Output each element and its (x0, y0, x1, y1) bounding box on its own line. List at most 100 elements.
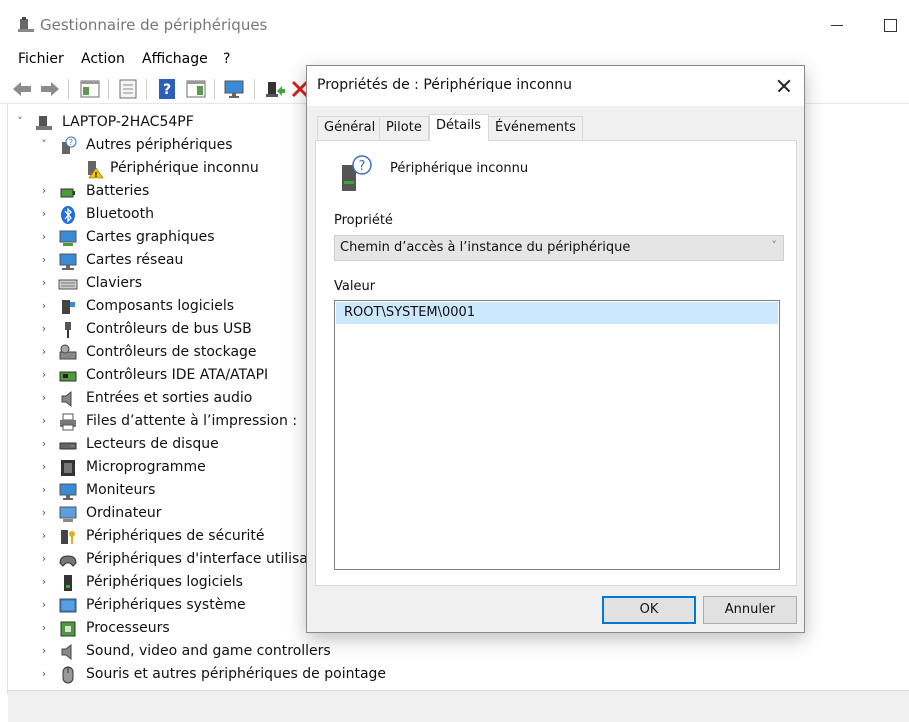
tree-item-label: Microprogramme (86, 459, 206, 475)
chevron-down-icon[interactable]: ˅ (38, 138, 50, 152)
tree-item-label: Files d’attente à l’impression : (86, 413, 298, 429)
monitor-icon[interactable] (222, 77, 246, 101)
tree-item-label: Composants logiciels (86, 298, 235, 314)
device-manager-icon (18, 17, 34, 32)
value-list-item[interactable]: ROOT\SYSTEM\0001 (336, 302, 778, 324)
chevron-right-icon[interactable]: › (38, 552, 50, 566)
tab-general[interactable]: Général (317, 116, 383, 140)
chevron-right-icon[interactable]: › (38, 368, 50, 382)
speaker-icon (61, 390, 72, 408)
chevron-right-icon[interactable]: › (38, 529, 50, 543)
value-label: Valeur (334, 279, 376, 294)
chevron-right-icon[interactable]: › (38, 253, 50, 267)
back-icon[interactable] (10, 77, 34, 101)
property-select[interactable]: Chemin d’accès à l’instance du périphéri… (334, 235, 784, 261)
chevron-right-icon[interactable]: › (38, 483, 50, 497)
title-bar: Gestionnaire de périphériques (0, 0, 909, 46)
disk-drive-icon (59, 442, 77, 450)
tree-item-label: Cartes graphiques (86, 229, 215, 245)
forward-icon[interactable] (38, 77, 62, 101)
chevron-right-icon[interactable]: › (38, 644, 50, 658)
tree-item-label: Contrôleurs de bus USB (86, 321, 252, 337)
computer-icon (36, 116, 52, 130)
details-icon[interactable] (116, 77, 140, 101)
tree-item-label: Lecteurs de disque (86, 436, 219, 452)
tree-item-label: Périphériques d'interface utilisateur (86, 551, 337, 567)
cancel-button[interactable]: Annuler (703, 596, 797, 624)
chevron-right-icon[interactable]: › (38, 322, 50, 336)
maximize-button[interactable] (878, 12, 904, 38)
tree-item-label: Batteries (86, 183, 150, 199)
chevron-right-icon[interactable]: › (38, 230, 50, 244)
tree-item-label: Entrées et sorties audio (86, 390, 253, 406)
chevron-down-icon[interactable]: ˅ (14, 115, 26, 129)
tree-item-label: Périphériques système (86, 597, 246, 613)
speaker-icon (61, 643, 72, 661)
chevron-down-icon: ˅ (771, 239, 778, 252)
chevron-right-icon[interactable]: › (38, 414, 50, 428)
tab-evenements[interactable]: Événements (488, 116, 583, 140)
properties-dialog: Propriétés de : Périphérique inconnu Gén… (306, 65, 805, 633)
tab-pilote[interactable]: Pilote (379, 116, 429, 140)
action-pane-icon[interactable] (184, 77, 208, 101)
update-driver-icon[interactable] (262, 77, 286, 101)
chevron-right-icon[interactable]: › (38, 506, 50, 520)
svg-text:!: ! (94, 171, 97, 179)
tree-item-sound[interactable]: › Sound, video and game controllers (8, 641, 408, 663)
chevron-right-icon[interactable]: › (38, 575, 50, 589)
tree-item-souris[interactable]: › Souris et autres périphériques de poin… (8, 664, 408, 686)
chevron-right-icon[interactable]: › (38, 391, 50, 405)
chevron-right-icon[interactable]: › (38, 437, 50, 451)
minimize-button[interactable] (825, 12, 851, 38)
chevron-right-icon[interactable]: › (38, 184, 50, 198)
software-component-icon (62, 300, 75, 314)
properties-icon[interactable] (78, 77, 102, 101)
keyboard-icon (58, 279, 78, 290)
tree-item-label: Contrôleurs de stockage (86, 344, 257, 360)
ok-button[interactable]: OK (602, 596, 696, 624)
toolbar-separator (108, 79, 109, 99)
chevron-right-icon[interactable]: › (38, 598, 50, 612)
menu-affichage[interactable]: Affichage (142, 51, 208, 67)
chevron-right-icon[interactable]: › (38, 667, 50, 681)
usb-icon (65, 322, 71, 338)
chevron-right-icon[interactable]: › (38, 276, 50, 290)
unknown-device-icon: ? (342, 155, 372, 191)
tree-item-label: Souris et autres périphériques de pointa… (86, 666, 387, 682)
toolbar-separator (68, 79, 69, 99)
tree-item-label: Ordinateur (86, 505, 162, 521)
menu-fichier[interactable]: Fichier (18, 51, 64, 67)
value-list[interactable]: ROOT\SYSTEM\0001 (334, 300, 780, 570)
software-device-icon (64, 575, 72, 591)
storage-controller-icon (59, 344, 77, 360)
ide-controller-icon (59, 371, 77, 382)
printer-icon (60, 413, 76, 431)
help-icon[interactable]: ? (155, 77, 179, 101)
firmware-icon (61, 460, 75, 476)
chevron-right-icon[interactable]: › (38, 299, 50, 313)
device-name: Périphérique inconnu (390, 161, 529, 176)
tree-item-label: Sound, video and game controllers (86, 643, 331, 659)
svg-text:?: ? (163, 82, 171, 98)
computer-icon (59, 506, 77, 522)
details-tab-panel: ? Périphérique inconnu Propriété Chemin … (315, 140, 797, 586)
chevron-right-icon[interactable]: › (38, 460, 50, 474)
display-adapter-icon (59, 230, 77, 246)
tree-item-label: Périphériques de sécurité (86, 528, 265, 544)
chevron-right-icon[interactable]: › (38, 621, 50, 635)
close-icon[interactable] (770, 72, 798, 100)
left-pane-edge (0, 104, 8, 694)
status-bar (8, 690, 909, 722)
chevron-right-icon[interactable]: › (38, 207, 50, 221)
mouse-icon (62, 666, 74, 684)
toolbar-separator (146, 79, 147, 99)
menu-action[interactable]: Action (81, 51, 125, 67)
svg-text:?: ? (359, 159, 366, 174)
tree-item-label: Périphérique inconnu (110, 160, 259, 176)
system-device-icon (59, 598, 77, 613)
menu-help[interactable]: ? (223, 51, 230, 67)
security-device-icon (61, 530, 75, 544)
tab-details[interactable]: Détails (429, 114, 489, 141)
hid-icon (59, 555, 77, 567)
chevron-right-icon[interactable]: › (38, 345, 50, 359)
